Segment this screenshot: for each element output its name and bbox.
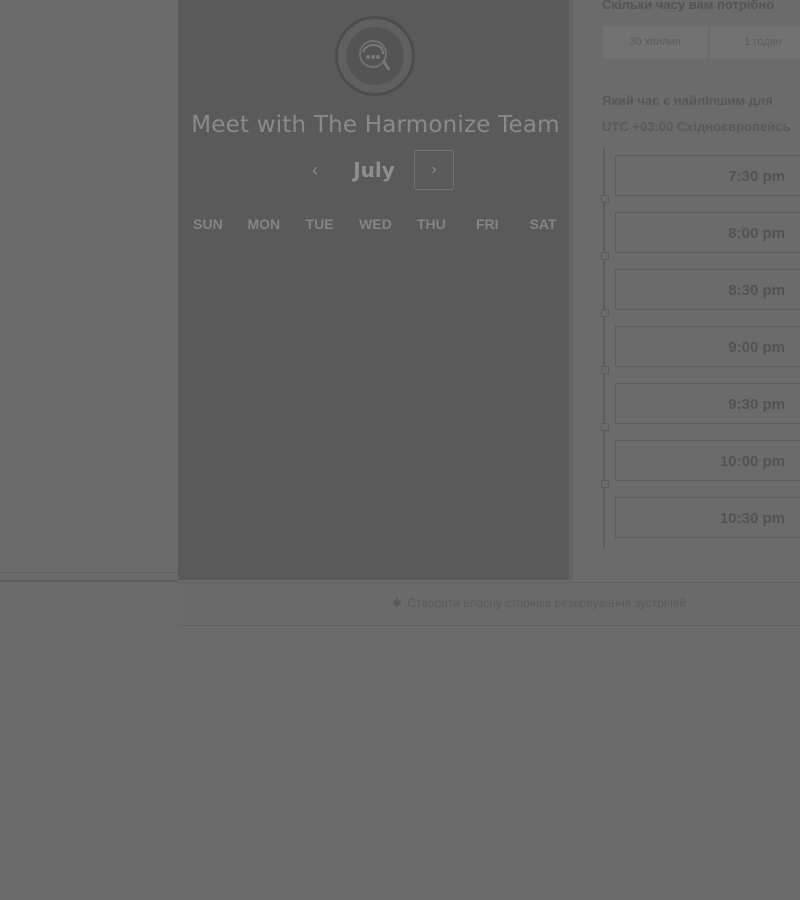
footer-bar: ✱ Створити власну сторінка резервування … [178,582,800,626]
time-slot: 9:30 pm [601,377,800,434]
chevron-right-icon: › [431,161,437,178]
time-slot: 7:30 pm [601,149,800,206]
time-slot: 10:00 pm [601,434,800,491]
weekday-fri: FRI [475,216,499,232]
weekday-header: SUN MON TUE WED THU FRI SAT [178,216,573,236]
time-slot-label: 10:00 pm [719,453,785,470]
weekday-tue: TUE [305,216,334,232]
weekday-sat: SAT [529,216,557,232]
create-booking-page-link[interactable]: ✱ Створити власну сторінка резервування … [392,596,686,610]
time-slot-label: 8:30 pm [728,282,785,299]
duration-title: Скільки часу вам потрібно [602,0,775,12]
time-slot-label: 7:30 pm [728,168,785,185]
weekday-mon: MON [247,216,281,232]
month-label: July [353,158,395,182]
prev-month-button[interactable]: ‹ [302,156,328,184]
time-slot-button[interactable]: 8:30 pm [615,269,800,310]
brain-logo-icon [359,40,391,71]
duration-option-1hour[interactable]: 1 годин [710,26,800,59]
divider [0,572,178,573]
time-slot-label: 9:30 pm [728,396,785,413]
month-navigation: ‹ July › [178,150,573,190]
time-slot-label: 9:00 pm [728,339,785,356]
slot-divider [601,480,609,488]
scheduler-card: Meet with The Harmonize Team ‹ July › SU… [178,0,573,580]
time-slot-button[interactable]: 7:30 pm [615,155,800,196]
slot-divider [601,195,609,203]
time-slot-label: 10:30 pm [719,510,785,527]
time-slot-label: 8:00 pm [728,225,785,242]
time-slot-button[interactable]: 9:30 pm [615,383,800,424]
slot-divider [601,366,609,374]
avatar-image [346,27,404,85]
slot-divider [601,309,609,317]
booking-pane: Скільки часу вам потрібно 30 хвилин 1 го… [577,0,800,580]
slot-divider [601,423,609,431]
time-slot: 8:30 pm [601,263,800,320]
sparkle-icon: ✱ [392,596,403,610]
duration-options: 30 хвилин 1 годин [602,26,800,59]
timezone-selector[interactable]: UTC +03:00 Східноєвропейсь [602,119,790,134]
team-title: Meet with The Harmonize Team [191,112,560,138]
time-slot-button[interactable]: 9:00 pm [615,326,800,367]
time-slot-button[interactable]: 10:30 pm [615,497,800,538]
team-avatar [335,16,415,96]
slot-divider [601,252,609,260]
time-slot-button[interactable]: 8:00 pm [615,212,800,253]
left-gutter [0,0,178,582]
time-slot-button[interactable]: 10:00 pm [615,440,800,481]
time-slot: 10:30 pm [603,491,800,548]
weekday-sun: SUN [193,216,223,232]
create-booking-page-label: Створити власну сторінка резервування зу… [407,596,687,610]
best-time-title: Який час є найліпшим для [602,93,773,108]
weekday-thu: THU [416,216,446,232]
time-slot: 9:00 pm [601,320,800,377]
next-month-button[interactable]: › [414,150,454,190]
time-slot: 8:00 pm [601,206,800,263]
weekday-wed: WED [359,216,392,232]
duration-option-30min[interactable]: 30 хвилин [602,26,708,59]
chevron-left-icon: ‹ [312,160,318,180]
time-slot-list: 7:30 pm 8:00 pm 8:30 pm 9:00 pm 9:30 pm [601,149,800,548]
